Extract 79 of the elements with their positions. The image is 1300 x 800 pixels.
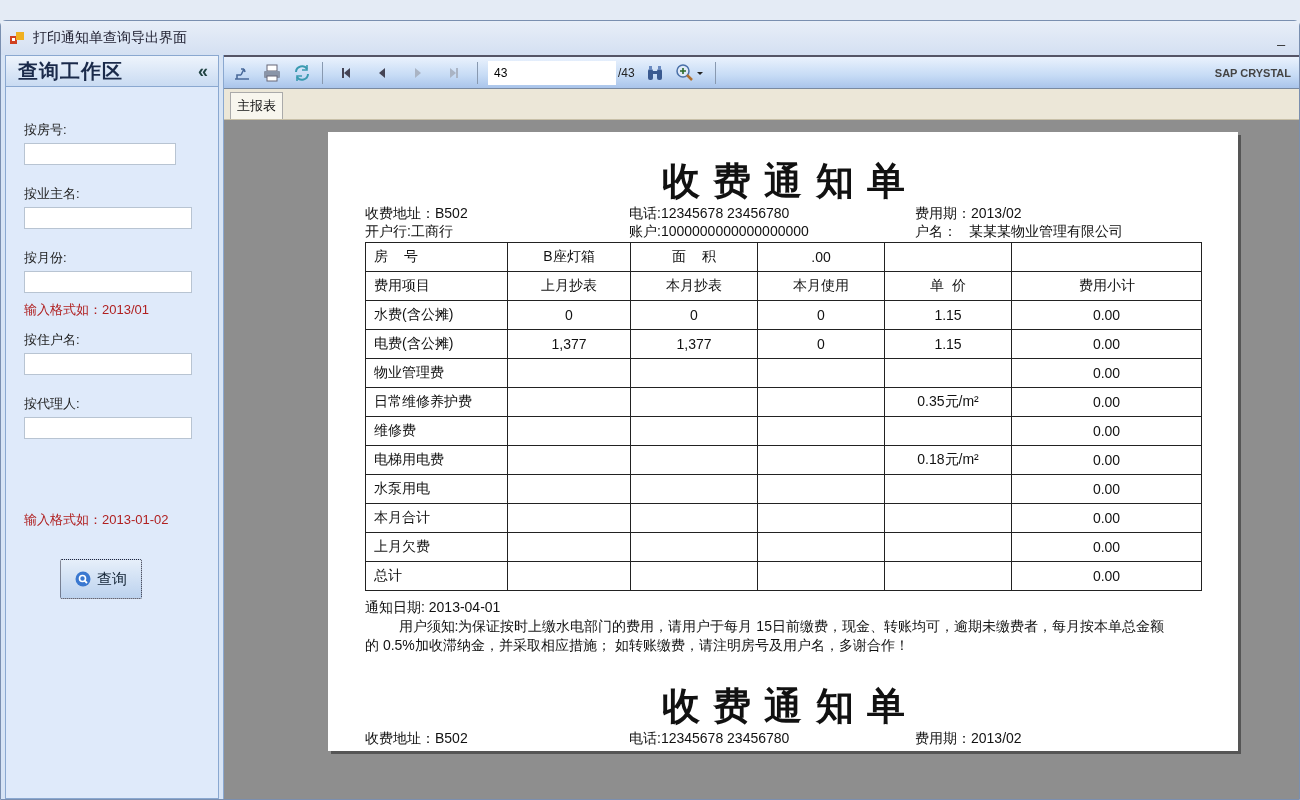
table-cell: 电梯用电费 <box>365 445 508 475</box>
input-field[interactable] <box>24 207 192 229</box>
field-label: 按业主名: <box>24 185 81 203</box>
refresh-icon[interactable] <box>292 62 312 83</box>
info-text: 账户:1000000000000000000 <box>629 222 810 240</box>
table-cell: 0 <box>630 300 758 330</box>
table-cell: 本月使用 <box>757 271 885 301</box>
table-cell: 电费(含公摊) <box>365 329 508 359</box>
field-label: 按月份: <box>24 249 68 267</box>
field-label: 按房号: <box>24 121 68 139</box>
table-cell: 0.00 <box>1011 329 1202 359</box>
table-cell: 物业管理费 <box>365 358 508 388</box>
input-field[interactable] <box>24 417 192 439</box>
info-text: 电话:12345678 23456780 <box>629 204 791 222</box>
info-text: 电话:12345678 23456780 <box>629 729 791 747</box>
table-cell: 维修费 <box>365 416 508 446</box>
input-field[interactable] <box>24 143 176 165</box>
table-cell: 本月合计 <box>365 503 508 533</box>
table-cell: 0.00 <box>1011 300 1202 330</box>
table-cell: 0.00 <box>1011 416 1202 446</box>
input-field[interactable] <box>24 271 192 293</box>
table-cell: 本月抄表 <box>630 271 758 301</box>
zoom-icon[interactable] <box>674 62 705 83</box>
table-cell: 水泵用电 <box>365 474 508 504</box>
table-cell: 上月欠费 <box>365 532 508 562</box>
info-text: 开户行:工商行 <box>365 222 454 240</box>
table-cell: 0.35元/m² <box>884 387 1012 417</box>
brand-label: SAP CRYSTAL <box>1214 66 1291 79</box>
table-cell: 房 号 <box>365 242 508 272</box>
table-cell: 1.15 <box>884 329 1012 359</box>
info-text: 户名： 某某某物业管理有限公司 <box>915 222 1123 240</box>
app-icon <box>9 30 25 46</box>
table-cell: .00 <box>757 242 885 272</box>
info-text: 收费地址：B502 <box>365 729 469 747</box>
info-text: 费用期：2013/02 <box>915 204 1022 222</box>
table-cell: 0 <box>757 300 885 330</box>
table-cell: 单 价 <box>884 271 1012 301</box>
report-title: 收 费 通 知 单 <box>661 157 906 204</box>
field-label: 按代理人: <box>24 395 81 413</box>
table-cell: 0 <box>757 329 885 359</box>
info-text: 收费地址：B502 <box>365 204 469 222</box>
minimize-button[interactable]: _ <box>1271 30 1291 46</box>
table-cell: 费用项目 <box>365 271 508 301</box>
page-number-field[interactable]: 43 <box>488 60 616 85</box>
print-icon[interactable] <box>262 62 282 83</box>
table-cell: 1,377 <box>630 329 758 359</box>
table-cell: 0 <box>507 300 631 330</box>
window-title: 打印通知单查询导出界面 <box>33 29 188 47</box>
table-cell: 费用小计 <box>1011 271 1202 301</box>
table-cell: 0.00 <box>1011 561 1202 591</box>
table-cell: 1,377 <box>507 329 631 359</box>
format-hint: 输入格式如：2013-01-02 <box>24 511 170 529</box>
table-cell: 0.00 <box>1011 532 1202 562</box>
info-text: 费用期：2013/02 <box>915 729 1022 747</box>
table-cell: 0.00 <box>1011 358 1202 388</box>
table-cell: 0.00 <box>1011 474 1202 504</box>
page-total: /43 <box>618 65 635 80</box>
notice-text: 用户须知:为保证按时上缴水电部门的费用，请用户于每月 15日前缴费，现金、转账均可，逾期未缴费者，每月按本单总金额的 0.5%加收滞纳金，并采取相应措施； 如转账缴费，请注明房号及用户名，多谢合作！ <box>365 617 1165 655</box>
notice-date: 通知日期: 2013-04-01 <box>365 599 502 617</box>
input-field[interactable] <box>24 353 192 375</box>
table-cell: 面 积 <box>630 242 758 272</box>
table-cell: 1.15 <box>884 300 1012 330</box>
table-cell: 上月抄表 <box>507 271 631 301</box>
format-hint: 输入格式如：2013/01 <box>24 301 150 319</box>
table-cell: 0.00 <box>1011 503 1202 533</box>
table-cell: 0.00 <box>1011 387 1202 417</box>
report-tab[interactable]: 主报表 <box>230 92 283 119</box>
table-cell: 水费(含公摊) <box>365 300 508 330</box>
field-label: 按住户名: <box>24 331 81 349</box>
report-title: 收 费 通 知 单 <box>661 682 906 729</box>
collapse-button[interactable]: « <box>198 60 208 82</box>
table-cell: 总计 <box>365 561 508 591</box>
table-cell: 0.18元/m² <box>884 445 1012 475</box>
table-cell: 日常维修养护费 <box>365 387 508 417</box>
search-icon <box>75 571 91 587</box>
table-cell: 0.00 <box>1011 445 1202 475</box>
table-cell: B座灯箱 <box>507 242 631 272</box>
sidebar-title: 查询工作区 <box>18 58 123 84</box>
search-button[interactable]: 查询 <box>60 559 142 599</box>
